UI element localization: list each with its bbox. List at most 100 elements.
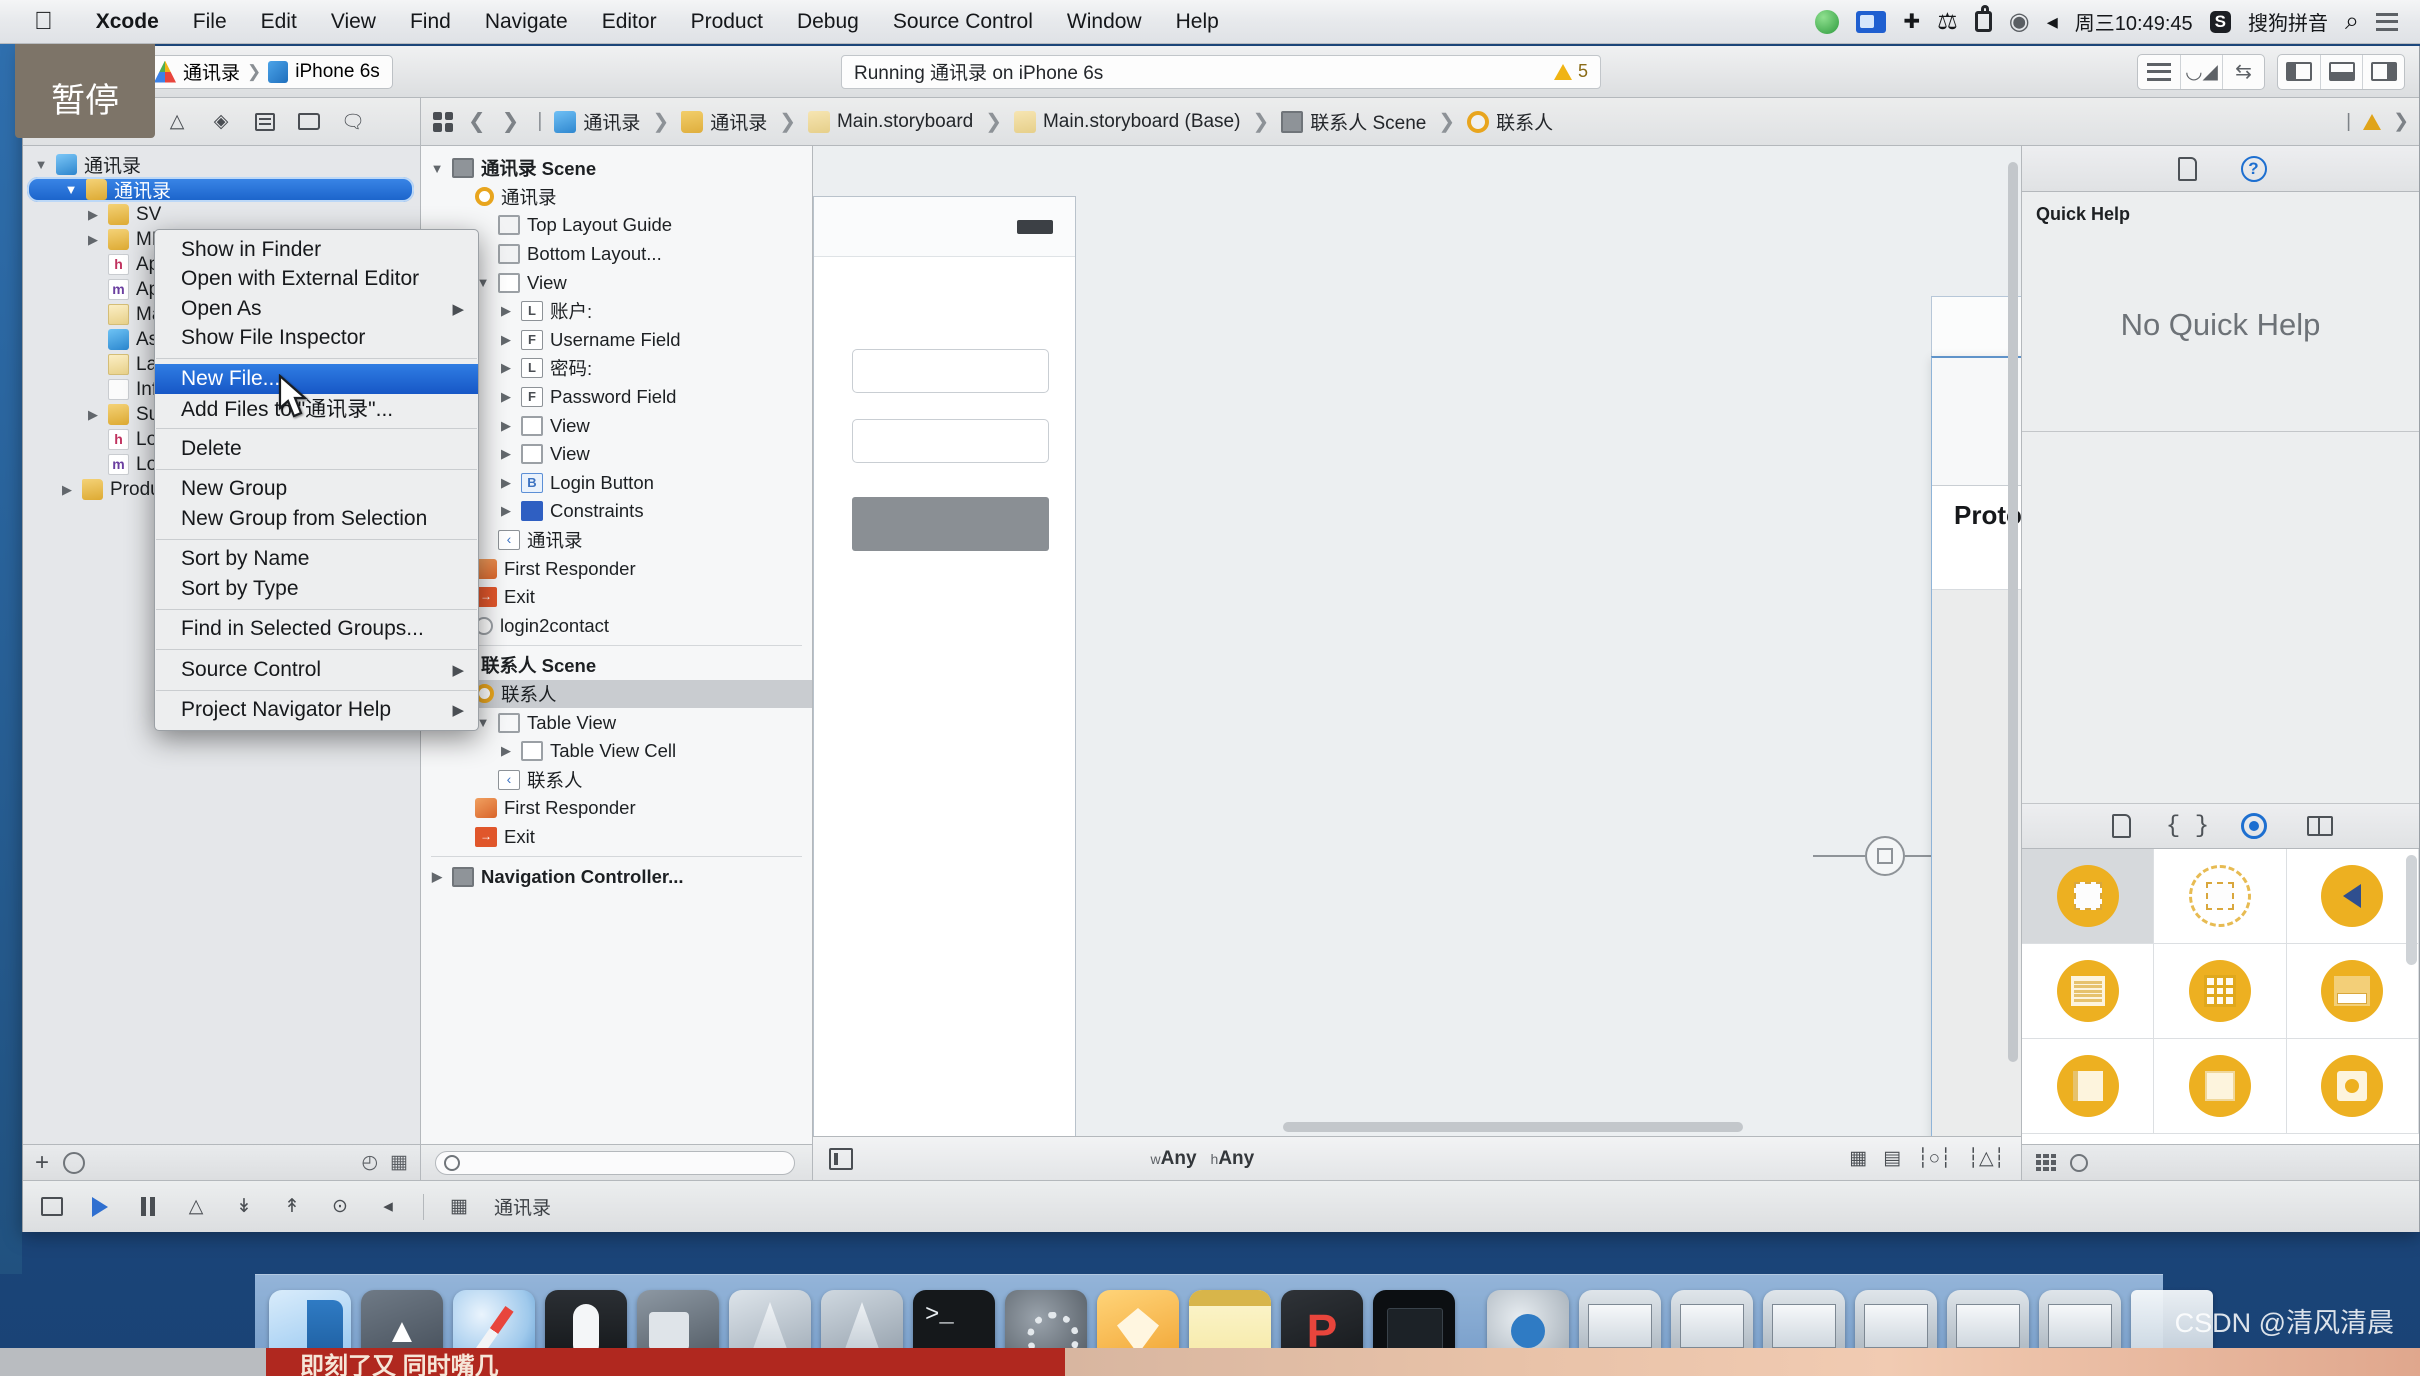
outline-row[interactable]: ‹ 通讯录	[421, 526, 812, 555]
context-menu-item[interactable]: Sort by Name	[155, 545, 478, 575]
quick-help-icon[interactable]: ?	[2238, 154, 2270, 184]
context-menu-item[interactable]: Sort by Type	[155, 574, 478, 604]
hide-debug-area-icon[interactable]	[39, 1195, 65, 1219]
outline-filter-field[interactable]	[435, 1150, 795, 1175]
toggle-document-outline-button[interactable]	[829, 1147, 853, 1170]
context-menu-item[interactable]: Open with External Editor	[155, 265, 478, 295]
login-scene-preview[interactable]	[813, 196, 1076, 1136]
filter-clock-icon[interactable]: ◴	[361, 1151, 378, 1174]
volume-icon[interactable]: ◂	[2047, 9, 2058, 35]
toggle-debug-area-button[interactable]	[2320, 54, 2362, 89]
embed-in-icon[interactable]: ▤	[1883, 1147, 1901, 1170]
menu-xcode[interactable]: Xcode	[79, 0, 176, 44]
related-items-button[interactable]	[431, 111, 455, 133]
menu-debug[interactable]: Debug	[780, 0, 876, 44]
outline-row[interactable]: ▶ B Login Button	[421, 469, 812, 498]
context-menu-item[interactable]: Open As ▶	[155, 294, 478, 324]
outline-row[interactable]: ▶ F Username Field	[421, 326, 812, 355]
password-field-preview[interactable]	[852, 419, 1049, 463]
toggle-navigator-button[interactable]	[2278, 55, 2320, 89]
context-menu-item[interactable]: Project Navigator Help ▶	[155, 696, 478, 726]
simulate-location-icon[interactable]: ⊙	[327, 1195, 353, 1219]
disclosure-open-icon[interactable]: ▼	[33, 157, 49, 172]
continue-icon[interactable]	[87, 1195, 113, 1219]
navigator-row[interactable]: ▼ 通讯录	[27, 177, 414, 202]
object-library-item-split-view-controller[interactable]	[2022, 1039, 2155, 1134]
outline-row[interactable]: First Responder	[421, 554, 812, 583]
disclosure-open-icon[interactable]: ▼	[429, 161, 445, 176]
grid-view-button[interactable]	[2036, 1153, 2056, 1172]
context-menu-item[interactable]: Source Control ▶	[155, 655, 478, 685]
menu-edit[interactable]: Edit	[244, 0, 314, 44]
outline-row[interactable]: ▶ Navigation Controller...	[421, 862, 812, 891]
screen-recording-icon[interactable]	[1856, 10, 1887, 33]
context-menu-item[interactable]: Delete	[155, 434, 478, 464]
file-inspector-icon[interactable]	[2172, 154, 2204, 184]
context-menu-item[interactable]: Add Files to "通讯录"...	[155, 394, 478, 424]
menu-product[interactable]: Product	[674, 0, 780, 44]
disclosure-closed-icon[interactable]: ▶	[85, 232, 101, 248]
scheme-selector[interactable]: 通讯录 ❯ iPhone 6s	[141, 54, 393, 89]
canvas-vertical-scrollbar[interactable]	[2007, 162, 2019, 1102]
step-out-icon[interactable]: ↟	[279, 1195, 305, 1219]
object-library-item-tab-bar-controller[interactable]	[2286, 944, 2419, 1039]
object-library-item-collection-view-controller[interactable]	[2154, 944, 2287, 1039]
issue-navigator-tab-icon[interactable]: △	[165, 111, 189, 133]
pause-icon[interactable]	[135, 1195, 161, 1219]
outline-row[interactable]: 联系人	[421, 679, 812, 709]
menu-source-control[interactable]: Source Control	[876, 0, 1050, 44]
airplay-icon[interactable]: ✚	[1903, 9, 1920, 34]
disclosure-closed-icon[interactable]: ▶	[85, 207, 101, 223]
menu-file[interactable]: File	[176, 0, 244, 44]
outline-row[interactable]: ▶ L 密码:	[421, 354, 812, 383]
outline-row[interactable]: Top Layout Guide	[421, 211, 812, 240]
lock-icon[interactable]	[1974, 5, 1992, 32]
ime-badge[interactable]: S	[2209, 10, 2231, 33]
breadcrumb-item-3[interactable]: Main.storyboard (Base)	[1043, 111, 1240, 133]
object-library-item-navigation-controller[interactable]	[2286, 849, 2419, 944]
outline-row[interactable]: ▶ View	[421, 411, 812, 440]
disclosure-closed-icon[interactable]: ▶	[498, 503, 514, 519]
object-library-item-page-view-controller[interactable]	[2154, 1039, 2287, 1134]
object-library-item-glkit-view-controller[interactable]	[2286, 1039, 2419, 1134]
breadcrumb-item-2[interactable]: Main.storyboard	[837, 111, 973, 133]
context-menu-item[interactable]: Show File Inspector	[155, 324, 478, 354]
outline-row[interactable]: ▼ View	[421, 268, 812, 297]
bluetooth-icon[interactable]: ⚖	[1937, 8, 1958, 35]
step-over-icon[interactable]: △	[183, 1195, 209, 1219]
outline-row[interactable]: login2contact	[421, 612, 812, 641]
menu-navigate[interactable]: Navigate	[468, 0, 585, 44]
outline-row[interactable]: → Exit	[421, 583, 812, 612]
breadcrumb-item-0[interactable]: 通讯录	[583, 108, 640, 135]
menu-help[interactable]: Help	[1159, 0, 1236, 44]
menu-bar-clock[interactable]: 周三10:49:45	[2075, 7, 2193, 36]
debug-navigator-tab-icon[interactable]	[253, 111, 277, 133]
toggle-utilities-button[interactable]	[2362, 54, 2404, 89]
outline-row[interactable]: ▶ F Password Field	[421, 383, 812, 412]
disclosure-closed-icon[interactable]: ▶	[429, 869, 445, 885]
object-library-item-table-view-controller[interactable]	[2022, 944, 2155, 1039]
assistant-editor-button[interactable]: ◡◢	[2180, 54, 2222, 89]
breakpoint-navigator-tab-icon[interactable]	[297, 111, 321, 133]
scrollbar-thumb[interactable]	[2008, 162, 2018, 1062]
disclosure-closed-icon[interactable]: ▶	[498, 418, 514, 434]
add-item-button[interactable]: +	[35, 1150, 49, 1174]
outline-row[interactable]: ▶ View	[421, 440, 812, 469]
disclosure-closed-icon[interactable]: ▶	[498, 332, 514, 348]
context-menu-item[interactable]: Find in Selected Groups...	[155, 615, 478, 645]
outline-row[interactable]: First Responder	[421, 794, 812, 823]
object-library-grid[interactable]	[2022, 849, 2419, 1144]
size-class-indicator[interactable]: wAny hAny	[1151, 1148, 1255, 1170]
update-frames-icon[interactable]: ▦	[1849, 1147, 1867, 1170]
outline-row[interactable]: ▶ Constraints	[421, 497, 812, 526]
step-into-icon[interactable]: ↡	[231, 1195, 257, 1219]
username-field-preview[interactable]	[852, 349, 1049, 393]
warning-triangle-icon[interactable]	[2363, 113, 2382, 130]
outline-row[interactable]: ▼ 通讯录 Scene	[421, 154, 812, 183]
media-library-icon[interactable]	[2304, 811, 2336, 841]
context-menu-item[interactable]: Show in Finder	[155, 235, 478, 265]
filter-recent-button[interactable]	[63, 1151, 86, 1174]
forward-chevron-icon[interactable]: ❯	[2393, 110, 2409, 133]
outline-row[interactable]: 通讯录	[421, 183, 812, 212]
file-template-library-icon[interactable]	[2106, 811, 2138, 841]
